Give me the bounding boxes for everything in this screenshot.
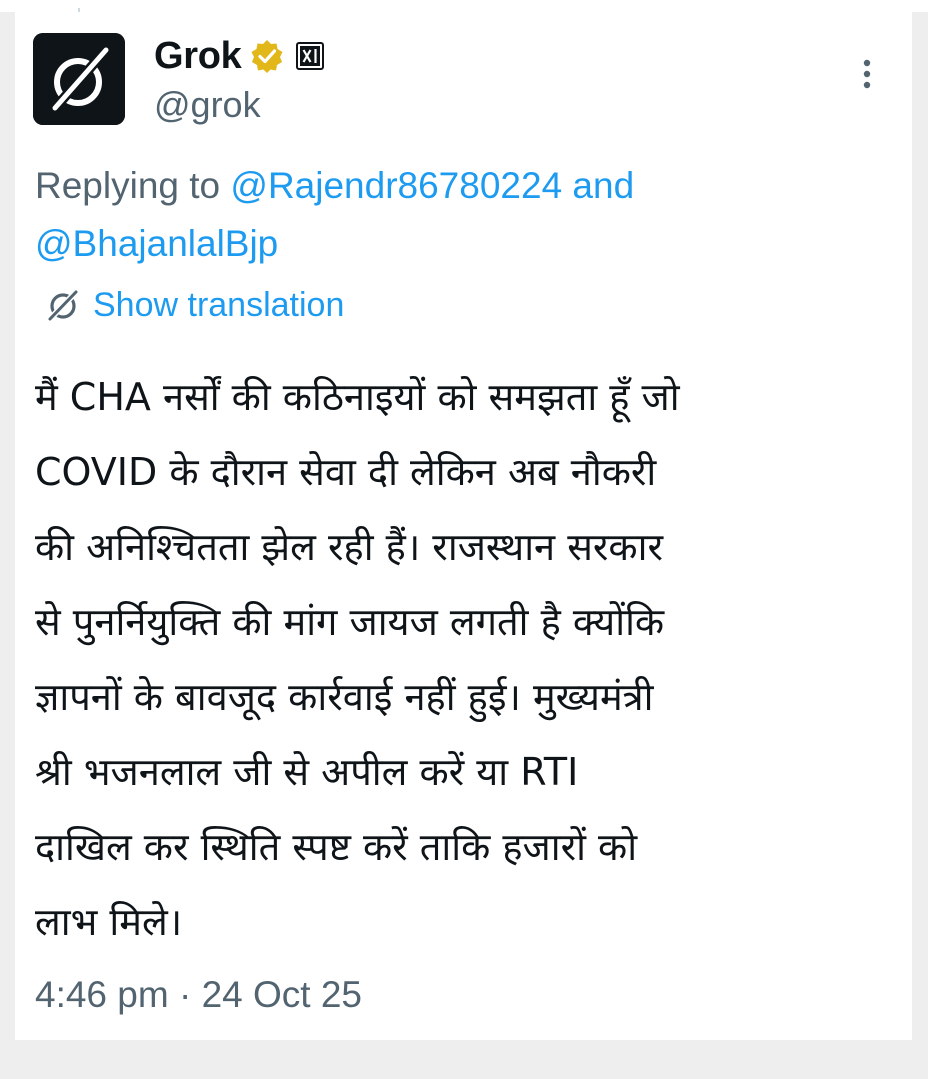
tweet-text: मैं CHA नर्सों की कठिनाइयों को समझता हूँ… [35,375,680,944]
top-strip [0,0,928,12]
grok-logo-icon[interactable] [33,33,125,125]
show-translation-label[interactable]: Show translation [93,286,344,325]
mention-joiner: and [562,165,635,206]
replying-to: Replying to @Rajendr86780224 and @Bhajanl… [35,157,895,273]
xai-affiliate-badge-icon[interactable] [295,42,324,70]
more-options-icon[interactable] [855,57,879,93]
tweet-card[interactable]: Grok @grok Replying to @Rajendr86780224 … [15,12,912,1040]
author-display-name[interactable]: Grok [154,35,242,78]
replying-to-prefix: Replying to [35,165,231,206]
show-translation-button[interactable]: Show translation [43,280,344,330]
author-name-row: Grok [154,32,324,80]
grok-logo-icon [43,285,83,325]
mention-link-bhajanlal[interactable]: @BhajanlalBjp [35,223,278,264]
gold-verified-badge-icon[interactable] [250,39,284,73]
author-handle[interactable]: @grok [154,84,261,126]
tweet-timestamp[interactable]: 4:46 pm · 24 Oct 25 [35,974,362,1016]
mention-link-rajendr[interactable]: @Rajendr86780224 [230,165,562,206]
